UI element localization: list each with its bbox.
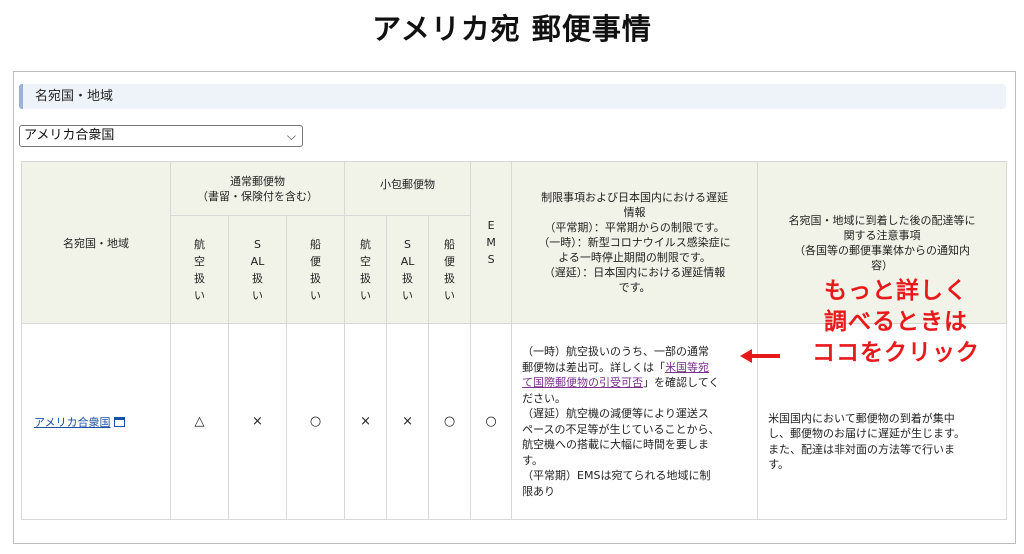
callout-line: もっと詳しく [824, 278, 968, 304]
country-link[interactable]: アメリカ合衆国 [34, 416, 110, 429]
header-parcel-ship: 船便扱い [428, 215, 472, 324]
header-ordinary-sal: SAL扱い [228, 215, 287, 324]
parcel-sal-value: × [386, 323, 430, 520]
page-title: アメリカ宛 郵便事情 [372, 12, 652, 46]
header-parcel-air: 航空扱い [344, 215, 388, 324]
country-select-value: アメリカ合衆国 [24, 128, 115, 143]
us-acceptance-link[interactable]: 米国等宛 [665, 361, 709, 374]
restriction-line: す。 [522, 453, 543, 467]
notes-line: し、郵便物のお届けに遅延が生じます。 [768, 427, 965, 440]
ordinary-sal-value: × [228, 323, 287, 520]
restriction-head-line: （遅延）：日本国内における遅延情報 [543, 266, 726, 279]
restriction-head-line: よる一時停止期間の制限です。 [558, 251, 711, 264]
ordinary-air-value: △ [170, 323, 229, 520]
header-parcel: 小包郵便物 [344, 161, 472, 216]
parcel-air-value: × [344, 323, 388, 520]
us-acceptance-link-cont[interactable]: て国際郵便物の引受可否 [522, 376, 643, 389]
header-ems-label: EMS [486, 219, 496, 266]
header-restrictions: 制限事項および日本国内における遅延 情報 （平常期）：平常期からの制限です。 （… [511, 161, 759, 324]
header-parcel-sal: SAL扱い [386, 215, 430, 324]
restriction-line: （平常期）EMSは宛てられる地域に制 [522, 469, 711, 482]
restriction-cell: （一時）航空扱いのうち、一部の通常 郵便物は差出可。詳しくは「米国等宛 て国際郵… [511, 323, 759, 520]
restriction-line: ださい。 [522, 391, 567, 405]
header-ordinary-air: 航空扱い [170, 215, 229, 324]
notes-line: す。 [768, 458, 789, 471]
notes-head-line: （各国等の郵便事業体からの通知内 [794, 243, 971, 257]
restriction-line: ペースの不足等が生じていることから、 [522, 422, 720, 436]
chevron-down-icon: ⌵ [286, 129, 296, 143]
notes-line: また、配達は非対面の方法等で行いま [768, 442, 956, 456]
external-window-icon[interactable] [114, 416, 126, 427]
notes-head-line: 関する注意事項 [843, 228, 921, 242]
click-here-callout: もっと詳しく 調べるときは ココをクリック [776, 276, 1016, 369]
header-ordinary-title: 通常郵便物 [230, 174, 286, 188]
header-ordinary-subtitle: （書留・保険付を含む） [197, 189, 319, 203]
callout-line: 調べるときは [824, 309, 968, 335]
country-select[interactable]: アメリカ合衆国 ⌵ [19, 125, 303, 147]
restriction-head-line: です。 [618, 281, 651, 294]
restriction-line: 限あり [522, 484, 556, 498]
arrow-left-icon [740, 349, 780, 363]
callout-line: ココをクリック [812, 340, 980, 366]
restriction-line: （遅延）航空機の減便等により運送ス [522, 407, 709, 420]
restriction-head-line: （一時）：新型コロナウイルス感染症に [538, 236, 731, 249]
header-ordinary-mail: 通常郵便物 （書留・保険付を含む） [169, 161, 346, 216]
country-cell: アメリカ合衆国 [21, 323, 171, 520]
notes-line: 米国国内において郵便物の到着が集中 [768, 411, 955, 425]
restriction-line: 郵便物は差出可。詳しくは「米国等宛 [522, 360, 710, 374]
restriction-line: （一時）航空扱いのうち、一部の通常 [522, 345, 710, 358]
header-ems: EMS [470, 161, 513, 324]
restriction-head-line: 情報 [623, 206, 646, 219]
header-destination: 名宛国・地域 [21, 161, 171, 324]
header-ordinary-ship: 船便扱い [285, 215, 346, 324]
section-heading: 名宛国・地域 [19, 84, 1006, 109]
restriction-head-line: （平常期）：平常期からの制限です。 [544, 221, 725, 234]
restriction-head-line: 制限事項および日本国内における遅延 [541, 191, 729, 204]
notes-head-line: 名宛国・地域に到着した後の配達等に [788, 213, 976, 227]
ems-value: ○ [470, 323, 513, 520]
ordinary-ship-value: ○ [285, 323, 346, 520]
notes-head-line: 容） [871, 258, 894, 272]
restriction-line: て国際郵便物の引受可否」を確認してく [522, 376, 720, 389]
restriction-line: 航空機への搭載に大幅に時間を要しま [522, 438, 710, 451]
parcel-ship-value: ○ [428, 323, 472, 520]
